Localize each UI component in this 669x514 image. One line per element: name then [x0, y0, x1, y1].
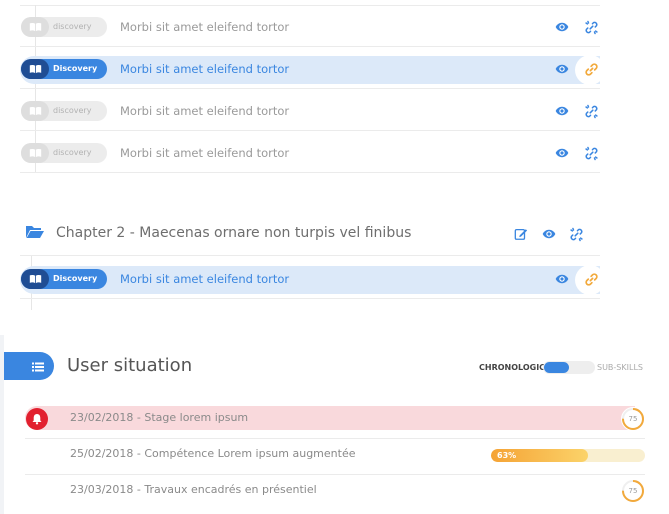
book-open-icon [21, 17, 49, 37]
situation-row[interactable]: 25/02/2018 - Compétence Lorem ipsum augm… [25, 440, 645, 475]
lesson-title[interactable]: Morbi sit amet eleifend tortor [120, 101, 289, 121]
chapter-header[interactable]: Chapter 2 - Maecenas ornare non turpis v… [20, 212, 600, 256]
lesson-title[interactable]: Morbi sit amet eleifend tortor [120, 143, 289, 163]
lesson-type-badge: Discovery [21, 269, 107, 289]
eye-icon[interactable] [553, 60, 571, 78]
eye-icon[interactable] [540, 225, 558, 243]
book-open-icon [21, 59, 49, 79]
link-icon[interactable] [582, 270, 600, 288]
situation-text: 23/03/2018 - Travaux encadrés en présent… [70, 483, 317, 496]
eye-icon[interactable] [553, 18, 571, 36]
badge-label: discovery [53, 148, 92, 157]
badge-label: Discovery [53, 274, 98, 283]
lesson-title[interactable]: Morbi sit amet eleifend tortor [120, 269, 289, 289]
link-icon[interactable] [582, 60, 600, 78]
progress-bar: 63% [491, 449, 645, 462]
toggle-label-chronologic[interactable]: CHRONOLOGIC [479, 363, 545, 373]
eye-icon[interactable] [553, 144, 571, 162]
lesson-type-badge: Discovery [21, 59, 107, 79]
broken-link-icon[interactable] [582, 144, 600, 162]
view-toggle[interactable] [543, 361, 595, 374]
list-icon [32, 357, 44, 376]
lesson-type-badge: discovery [21, 143, 107, 163]
eye-icon[interactable] [553, 102, 571, 120]
toggle-knob [544, 362, 569, 373]
situation-row[interactable]: 23/02/2018 - Stage lorem ipsum 75 [25, 404, 645, 439]
section-tab[interactable] [4, 352, 54, 380]
score-ring: 75 [620, 478, 646, 504]
lesson-title[interactable]: Morbi sit amet eleifend tortor [120, 59, 289, 79]
situation-text: 23/02/2018 - Stage lorem ipsum [70, 411, 249, 424]
book-open-icon [21, 143, 49, 163]
section-title: User situation [67, 355, 193, 376]
bell-icon [26, 408, 48, 430]
chapter-title[interactable]: Chapter 2 - Maecenas ornare non turpis v… [56, 223, 411, 243]
badge-label: discovery [53, 22, 92, 31]
situation-text: 25/02/2018 - Compétence Lorem ipsum augm… [70, 447, 356, 460]
lesson-row[interactable]: discovery Morbi sit amet eleifend tortor [20, 5, 600, 47]
badge-label: Discovery [53, 64, 98, 73]
book-open-icon [21, 101, 49, 121]
lesson-row[interactable]: Discovery Morbi sit amet eleifend tortor [20, 257, 605, 299]
toggle-label-sub-skills[interactable]: SUB-SKILLS [597, 363, 643, 373]
broken-link-icon[interactable] [582, 102, 600, 120]
badge-label: discovery [53, 106, 92, 115]
lesson-row[interactable]: Discovery Morbi sit amet eleifend tortor [20, 47, 605, 89]
book-open-icon [21, 269, 49, 289]
score-value: 75 [628, 487, 638, 495]
row-highlight [20, 56, 600, 84]
situation-row[interactable]: 23/03/2018 - Travaux encadrés en présent… [25, 476, 645, 511]
row-highlight [20, 266, 600, 294]
folder-open-icon [25, 224, 45, 242]
eye-icon[interactable] [553, 270, 571, 288]
broken-link-icon[interactable] [582, 18, 600, 36]
lesson-row[interactable]: discovery Morbi sit amet eleifend tortor [20, 131, 600, 173]
broken-link-icon[interactable] [567, 225, 585, 243]
lesson-type-badge: discovery [21, 17, 107, 37]
score-value: 75 [628, 415, 638, 423]
lesson-row[interactable]: discovery Morbi sit amet eleifend tortor [20, 89, 600, 131]
lesson-title[interactable]: Morbi sit amet eleifend tortor [120, 17, 289, 37]
lesson-type-badge: discovery [21, 101, 107, 121]
edit-icon[interactable] [512, 225, 530, 243]
progress-label: 63% [497, 451, 517, 460]
score-ring: 75 [620, 406, 646, 432]
